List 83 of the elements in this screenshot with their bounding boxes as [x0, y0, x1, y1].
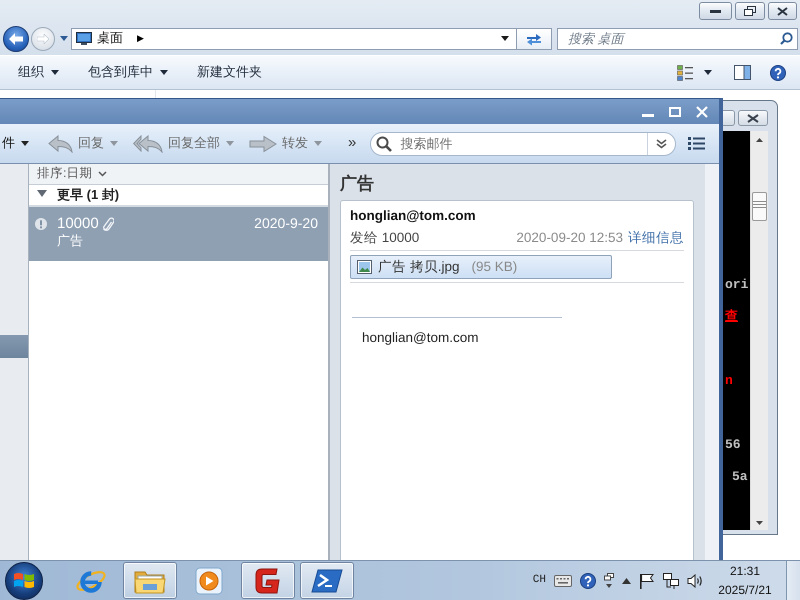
- search-field[interactable]: 搜索邮件: [370, 132, 676, 156]
- back-button[interactable]: [3, 26, 29, 52]
- sender-name: 10000: [57, 214, 99, 234]
- reply-arrow-icon: [48, 134, 73, 152]
- network-icon[interactable]: [663, 572, 679, 588]
- maximize-button[interactable]: [723, 110, 735, 126]
- flag-icon[interactable]: [639, 572, 655, 588]
- recipient-text: 发给 10000: [350, 230, 420, 246]
- close-icon: [777, 6, 788, 16]
- restore-icon: [744, 6, 756, 16]
- search-field[interactable]: 搜索 桌面: [557, 28, 798, 50]
- taskbar-button[interactable]: [123, 562, 177, 599]
- breadcrumb-item[interactable]: 桌面: [97, 30, 123, 47]
- taskbar-button[interactable]: [300, 562, 354, 599]
- search-icon: [780, 32, 793, 44]
- command-button[interactable]: 组织: [10, 60, 67, 86]
- attachment-chip[interactable]: 广告 拷贝.jpg (95 KB): [350, 255, 612, 279]
- caret-icon[interactable]: [622, 578, 631, 584]
- details-link[interactable]: 详细信息: [628, 230, 684, 246]
- body-text: honglian@tom.com: [361, 330, 479, 346]
- monitor-icon: [76, 32, 92, 45]
- view-options-icon[interactable]: [677, 64, 693, 80]
- preview-pane-icon[interactable]: [734, 65, 751, 80]
- maximize-icon[interactable]: [669, 106, 681, 116]
- sent-date: 2020-09-20 12:53: [516, 230, 623, 246]
- toolbar-button[interactable]: 件: [0, 128, 33, 158]
- console-text: 查: [725, 309, 738, 325]
- arrow-down-icon[interactable]: [756, 521, 763, 525]
- caret-icon[interactable]: [704, 70, 712, 75]
- console-text: 5a: [732, 469, 748, 485]
- close-button[interactable]: [738, 110, 768, 126]
- console-text: ori: [725, 277, 748, 293]
- chevron-down-icon: [98, 171, 108, 177]
- media-player-icon: [195, 566, 223, 594]
- close-icon[interactable]: [696, 106, 708, 118]
- overflow-button[interactable]: »: [348, 134, 356, 153]
- breadcrumb-arrow[interactable]: ▶: [137, 32, 144, 44]
- caret-icon: [226, 141, 234, 146]
- restore-button[interactable]: [735, 2, 765, 20]
- refresh-button[interactable]: [516, 28, 552, 50]
- image-file-icon: [357, 260, 372, 274]
- scrollbar-thumb[interactable]: [752, 192, 767, 221]
- start-button[interactable]: [5, 562, 43, 600]
- sort-button[interactable]: 排序:日期: [37, 166, 108, 182]
- address-field[interactable]: 桌面 ▶: [71, 28, 516, 50]
- message-date: 2020-9-20: [254, 215, 318, 233]
- caret-icon: [314, 141, 322, 146]
- help-icon[interactable]: [770, 64, 786, 80]
- message-subject: 广告: [57, 233, 84, 250]
- caret-icon: [51, 70, 59, 75]
- command-button[interactable]: 新建文件夹: [189, 60, 270, 86]
- refresh-icon: [526, 32, 542, 46]
- help-icon[interactable]: [580, 572, 596, 588]
- caret-icon: [21, 141, 29, 146]
- minimize-button[interactable]: [699, 2, 732, 20]
- clock-time[interactable]: 21:31: [730, 562, 760, 580]
- console-text: 56: [725, 437, 741, 453]
- speaker-icon[interactable]: [687, 574, 704, 588]
- double-chevron-icon[interactable]: [656, 138, 668, 148]
- caret-icon[interactable]: [501, 36, 509, 41]
- message-title: 广告: [340, 174, 375, 194]
- clock-date[interactable]: 2025/7/21: [718, 580, 772, 600]
- console-text: n: [725, 373, 733, 389]
- windows-logo-icon: [13, 571, 35, 590]
- minimize-icon: [710, 10, 721, 12]
- sender-address: honglian@tom.com: [350, 208, 476, 224]
- menu-icon[interactable]: [688, 137, 705, 150]
- caret-icon: [160, 70, 168, 75]
- arrow-left-icon: [9, 32, 23, 44]
- command-button[interactable]: 包含到库中: [80, 60, 176, 86]
- close-icon: [747, 114, 759, 122]
- forward-arrow-icon: [249, 134, 277, 152]
- arrow-up-icon[interactable]: [756, 138, 763, 142]
- terminal-icon: [311, 568, 343, 594]
- arrow-right-icon: [37, 34, 49, 44]
- close-button[interactable]: [768, 2, 797, 20]
- caret-icon: [110, 141, 118, 146]
- reply-all-arrow-icon: [133, 134, 163, 152]
- keyboard-icon[interactable]: [554, 574, 572, 586]
- search-icon: [376, 136, 392, 152]
- taskbar-button[interactable]: [241, 562, 295, 599]
- windows-stack-icon[interactable]: [604, 572, 614, 588]
- language-indicator[interactable]: CH: [532, 574, 546, 588]
